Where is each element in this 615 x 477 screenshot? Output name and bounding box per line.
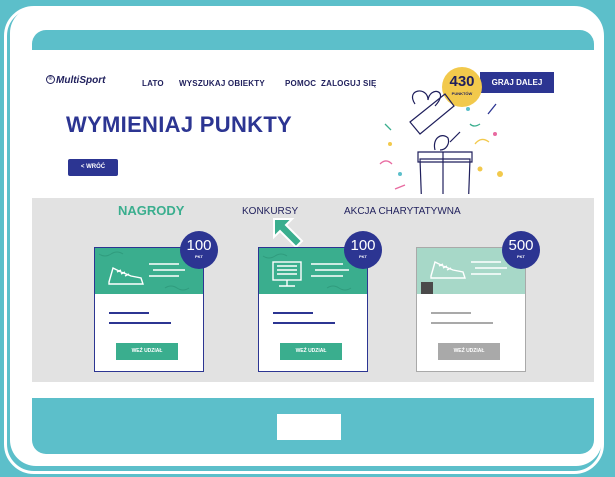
tab-rewards[interactable]: NAGRODY	[118, 203, 184, 218]
screen: ® MultiSport LATO WYSZUKAJ OBIEKTY POMOC …	[32, 50, 594, 382]
nav-help[interactable]: POMOC	[285, 79, 316, 88]
home-button[interactable]	[277, 414, 341, 440]
card-2-points: 100	[350, 237, 376, 254]
card-2-points-badge: 100 PKT	[344, 231, 382, 269]
card-2-participate-button[interactable]: WEŹ UDZIAŁ	[280, 343, 342, 360]
card-2-text-line	[273, 322, 335, 324]
card-2-text-line	[273, 312, 313, 314]
gift-illustration	[379, 90, 503, 194]
card-1-points-unit: PKT	[195, 254, 203, 259]
card-1-points-badge: 100 PKT	[180, 231, 218, 269]
card-3-points-unit: PKT	[517, 254, 525, 259]
card-3-points-badge: 500 PKT	[502, 231, 540, 269]
nav-lato[interactable]: LATO	[142, 79, 164, 88]
arrow-cursor-icon	[273, 218, 304, 249]
multisport-logo[interactable]: ® MultiSport	[46, 75, 105, 86]
card-2-points-unit: PKT	[359, 254, 367, 259]
card-1-points: 100	[186, 237, 212, 254]
card-3-text-line	[431, 312, 471, 314]
card-3-points: 500	[508, 237, 534, 254]
rewards-section: NAGRODY KONKURSY AKCJA CHARYTATYWNA WEŹ …	[32, 198, 594, 382]
card-1-participate-button[interactable]: WEŹ UDZIAŁ	[116, 343, 178, 360]
card-1-text-line	[109, 322, 171, 324]
lock-icon	[421, 282, 433, 294]
tab-charity[interactable]: AKCJA CHARYTATYWNA	[344, 206, 461, 217]
card-3-participate-button: WEŹ UDZIAŁ	[438, 343, 500, 360]
nav-search-facilities[interactable]: WYSZUKAJ OBIEKTY	[179, 79, 265, 88]
page-title: WYMIENIAJ PUNKTY	[66, 112, 293, 137]
card-3-text-line	[431, 322, 493, 324]
back-button[interactable]: < WRÓĆ	[68, 159, 118, 176]
card-1-text-line	[109, 312, 149, 314]
registered-mark: ®	[46, 75, 55, 84]
